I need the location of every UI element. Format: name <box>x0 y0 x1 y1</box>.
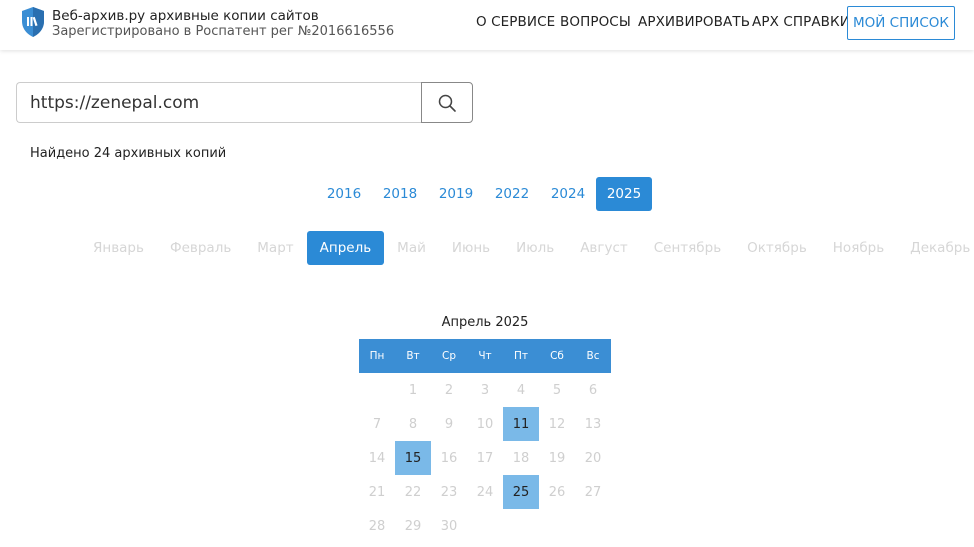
calendar-day-11[interactable]: 11 <box>503 407 539 441</box>
calendar-day-21: 21 <box>368 484 386 500</box>
month-tab-11: Ноябрь <box>832 240 885 256</box>
month-tab-3: Март <box>257 240 294 256</box>
brand-subtitle: Зарегистрировано в Роспатент рег №201661… <box>52 24 395 39</box>
results-count: Найдено 24 архивных копий <box>30 146 227 161</box>
weekday-label: Пт <box>513 350 528 362</box>
year-tab-2016[interactable]: 2016 <box>316 177 372 211</box>
calendar-day-23: 23 <box>440 484 458 500</box>
calendar-day-20: 20 <box>584 450 602 466</box>
month-tab-6: Июнь <box>451 240 491 256</box>
calendar-day-2: 2 <box>444 382 454 398</box>
calendar-day-22: 22 <box>404 484 422 500</box>
my-list-button[interactable]: МОЙ СПИСОК <box>847 6 955 40</box>
calendar-title: Апрель 2025 <box>441 315 529 330</box>
nav-archive[interactable]: АРХИВИРОВАТЬ <box>638 14 750 30</box>
calendar-day-4: 4 <box>516 382 526 398</box>
calendar-day-18: 18 <box>512 450 530 466</box>
weekday-label: Сб <box>550 350 564 362</box>
site-header: Веб-архив.ру архивные копии сайтов Зарег… <box>0 0 974 50</box>
calendar-day-9: 9 <box>444 416 454 432</box>
calendar-day-10: 10 <box>476 416 494 432</box>
month-tab-1: Январь <box>93 240 144 256</box>
calendar-day-14: 14 <box>368 450 386 466</box>
year-tabs: 2016 2018 2019 2022 2024 2025 <box>316 177 652 211</box>
calendar-week-row: 21 22 23 24 25 26 27 <box>359 475 611 509</box>
calendar-day-30: 30 <box>440 518 458 534</box>
weekday-label: Пн <box>369 350 385 362</box>
calendar-empty-cell <box>539 509 575 543</box>
year-tab-2019[interactable]: 2019 <box>428 177 484 211</box>
month-tabs: Январь Февраль Март Апрель Май Июнь Июль Август… <box>80 231 974 265</box>
calendar-day-19: 19 <box>548 450 566 466</box>
calendar-body: 1 2 3 4 5 6 7 8 9 10 11 12 13 14 15 16 17 18 19 20 21 22 23 24 2… <box>359 373 611 543</box>
weekday-label: Чт <box>478 350 492 362</box>
calendar: Пн Вт Ср Чт Пт Сб Вс 1 2 3 4 5 6 7 8 9 10 11 12 13 14 15 16 17… <box>359 339 611 543</box>
calendar-day-5: 5 <box>552 382 562 398</box>
calendar-empty-cell <box>359 373 395 407</box>
shield-logo-icon[interactable] <box>20 6 46 38</box>
month-tab-7: Июль <box>516 240 555 256</box>
calendar-day-16: 16 <box>440 450 458 466</box>
calendar-day-27: 27 <box>584 484 602 500</box>
calendar-weekday-header: Пн Вт Ср Чт Пт Сб Вс <box>359 339 611 373</box>
month-tab-5: Май <box>397 240 426 256</box>
calendar-day-1: 1 <box>408 382 418 398</box>
calendar-day-28: 28 <box>368 518 386 534</box>
search-button[interactable] <box>421 82 473 123</box>
calendar-day-17: 17 <box>476 450 494 466</box>
calendar-day-7: 7 <box>372 416 382 432</box>
month-tab-9: Сентябрь <box>653 240 722 256</box>
calendar-empty-cell <box>575 509 611 543</box>
search-icon <box>438 94 456 112</box>
calendar-day-3: 3 <box>480 382 490 398</box>
year-tab-2025[interactable]: 2025 <box>596 177 652 211</box>
calendar-week-row: 14 15 16 17 18 19 20 <box>359 441 611 475</box>
nav-about[interactable]: О СЕРВИСЕ <box>476 14 555 30</box>
calendar-empty-cell <box>503 509 539 543</box>
url-search-input[interactable] <box>16 82 422 123</box>
weekday-label: Вт <box>406 350 420 362</box>
calendar-day-29: 29 <box>404 518 422 534</box>
month-tab-12: Декабрь <box>910 240 971 256</box>
month-tab-2: Февраль <box>169 240 232 256</box>
month-tab-8: Август <box>580 240 628 256</box>
calendar-week-row: 1 2 3 4 5 6 <box>359 373 611 407</box>
calendar-day-6: 6 <box>588 382 598 398</box>
weekday-label: Вс <box>586 350 600 362</box>
nav-archive-reference[interactable]: АРХ СПРАВКИ <box>752 14 850 30</box>
calendar-day-8: 8 <box>408 416 418 432</box>
brand-title[interactable]: Веб-архив.ру архивные копии сайтов <box>52 8 319 24</box>
calendar-week-row: 7 8 9 10 11 12 13 <box>359 407 611 441</box>
nav-faq[interactable]: ВОПРОСЫ <box>560 14 631 30</box>
weekday-label: Ср <box>442 350 456 362</box>
year-tab-2024[interactable]: 2024 <box>540 177 596 211</box>
calendar-empty-cell <box>467 509 503 543</box>
calendar-day-15[interactable]: 15 <box>395 441 431 475</box>
calendar-day-26: 26 <box>548 484 566 500</box>
calendar-day-13: 13 <box>584 416 602 432</box>
calendar-day-12: 12 <box>548 416 566 432</box>
calendar-day-25[interactable]: 25 <box>503 475 539 509</box>
year-tab-2018[interactable]: 2018 <box>372 177 428 211</box>
year-tab-2022[interactable]: 2022 <box>484 177 540 211</box>
month-tab-4[interactable]: Апрель <box>306 231 385 265</box>
calendar-week-row: 28 29 30 <box>359 509 611 543</box>
calendar-day-24: 24 <box>476 484 494 500</box>
month-tab-10: Октябрь <box>747 240 807 256</box>
